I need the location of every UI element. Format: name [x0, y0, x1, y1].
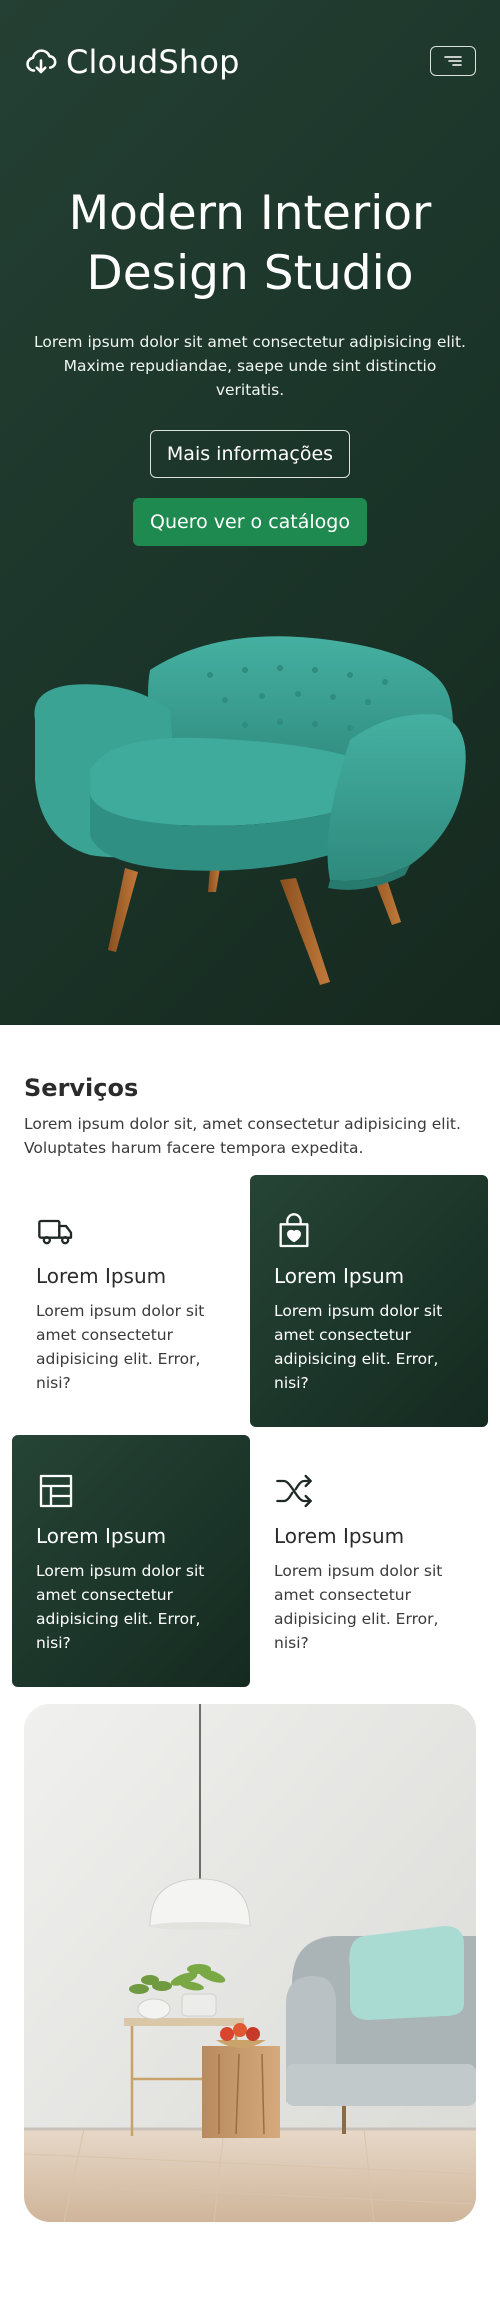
- service-card[interactable]: Lorem Ipsum Lorem ipsum dolor sit amet c…: [250, 1435, 488, 1687]
- service-card-text: Lorem ipsum dolor sit amet consectetur a…: [36, 1562, 205, 1652]
- menu-toggle-button[interactable]: [430, 46, 476, 76]
- layout-icon: [39, 1474, 73, 1508]
- service-card-text: Lorem ipsum dolor sit amet consectetur a…: [274, 1562, 443, 1652]
- living-room-illustration: [24, 1704, 476, 2222]
- hero-title: Modern Interior Design Studio: [0, 184, 500, 304]
- service-card[interactable]: Lorem Ipsum Lorem ipsum dolor sit amet c…: [250, 1175, 488, 1427]
- brand-name: CloudShop: [66, 43, 240, 81]
- shuffle-icon: [276, 1474, 312, 1508]
- service-card-title: Lorem Ipsum: [36, 1264, 167, 1288]
- view-catalog-button[interactable]: Quero ver o catálogo: [133, 498, 367, 546]
- service-card-title: Lorem Ipsum: [274, 1264, 405, 1288]
- truck-icon: [38, 1219, 73, 1245]
- hero-section: CloudShop Modern Interior Design Studio …: [0, 0, 500, 1025]
- service-card[interactable]: Lorem Ipsum Lorem ipsum dolor sit amet c…: [12, 1175, 250, 1427]
- menu-icon: [444, 56, 462, 66]
- services-title: Serviços: [24, 1074, 139, 1102]
- service-card-title: Lorem Ipsum: [274, 1524, 405, 1548]
- hero-title-line-1: Modern Interior: [68, 186, 432, 241]
- more-info-button[interactable]: Mais informações: [150, 430, 350, 478]
- service-card[interactable]: Lorem Ipsum Lorem ipsum dolor sit amet c…: [12, 1435, 250, 1687]
- service-card-text: Lorem ipsum dolor sit amet consectetur a…: [36, 1302, 205, 1392]
- services-description: Lorem ipsum dolor sit, amet consectetur …: [24, 1115, 461, 1157]
- teal-armchair-image: [34, 636, 466, 985]
- service-card-title: Lorem Ipsum: [36, 1524, 167, 1548]
- living-room-photo: [24, 1704, 476, 2222]
- shopping-bag-heart-icon: [279, 1213, 309, 1248]
- service-card-text: Lorem ipsum dolor sit amet consectetur a…: [274, 1302, 443, 1392]
- hero-subtitle: Lorem ipsum dolor sit amet consectetur a…: [34, 333, 466, 399]
- cloud-download-icon: [26, 49, 57, 74]
- brand-logo[interactable]: CloudShop: [24, 40, 240, 84]
- hero-title-line-2: Design Studio: [86, 246, 414, 301]
